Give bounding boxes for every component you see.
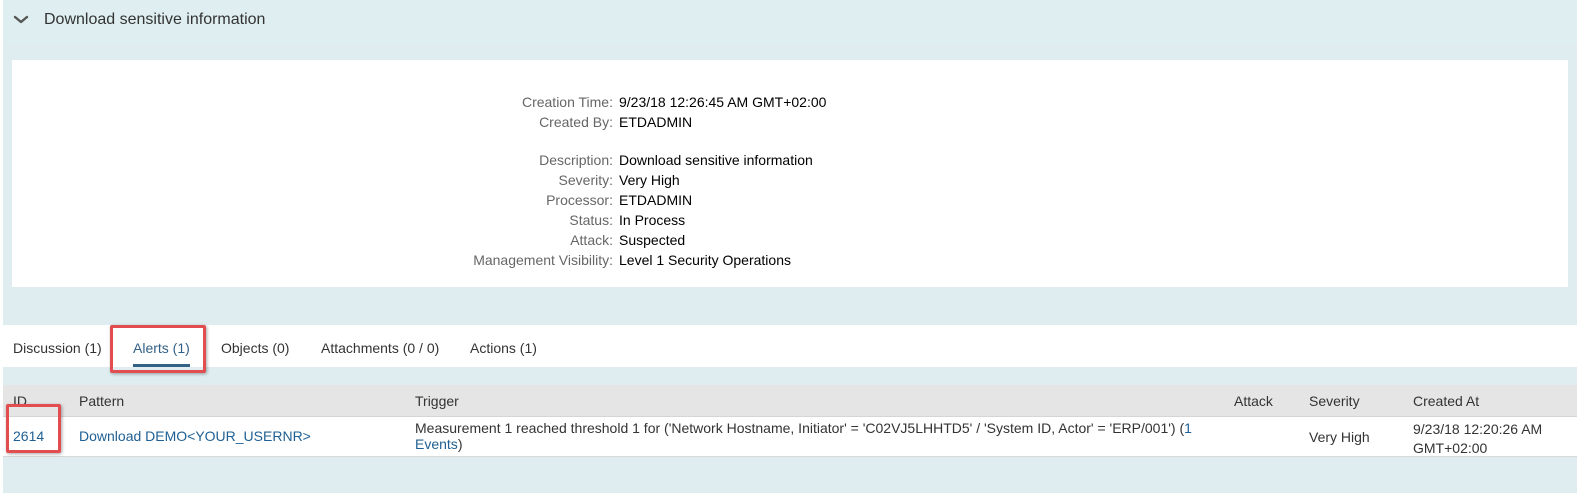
field-attack: Attack: Suspected: [12, 232, 1568, 252]
field-description: Description: Download sensitive informat…: [12, 152, 1568, 172]
selected-tab-indicator: [133, 364, 190, 367]
alert-events-link[interactable]: Events: [415, 436, 458, 452]
alert-created-at-cell: 9/23/18 12:20:26 AM GMT+02:00: [1413, 420, 1542, 458]
tab-actions[interactable]: Actions (1): [470, 340, 537, 356]
column-header-pattern[interactable]: Pattern: [79, 393, 124, 409]
tab-alerts[interactable]: Alerts (1): [133, 340, 190, 356]
processor-value: ETDADMIN: [619, 192, 693, 208]
column-header-created-at[interactable]: Created At: [1413, 393, 1479, 409]
created-by-label: Created By:: [539, 114, 613, 130]
field-status: Status: In Process: [12, 212, 1568, 232]
tab-objects[interactable]: Objects (0): [221, 340, 289, 356]
description-value: Download sensitive information: [619, 152, 813, 168]
table-header: ID Pattern Trigger Attack Severity Creat…: [3, 385, 1577, 417]
tab-discussion[interactable]: Discussion (1): [13, 340, 102, 356]
tab-strip: Discussion (1) Alerts (1) Objects (0) At…: [3, 325, 1577, 367]
creation-time-label: Creation Time:: [521, 94, 613, 110]
incident-details-panel: Creation Time: 9/23/18 12:26:45 AM GMT+0…: [12, 60, 1568, 287]
incident-header[interactable]: Download sensitive information: [3, 0, 1577, 44]
alert-created-at-zone: GMT+02:00: [1413, 440, 1488, 456]
processor-label: Processor:: [546, 192, 613, 208]
incident-page: Download sensitive information Creation …: [3, 0, 1577, 493]
column-header-severity[interactable]: Severity: [1309, 393, 1360, 409]
alert-created-at-date: 9/23/18 12:20:26 AM: [1413, 421, 1543, 437]
incident-title: Download sensitive information: [44, 11, 266, 28]
alert-pattern-link[interactable]: Download DEMO<YOUR_USERNR>: [79, 428, 311, 444]
tab-attachments[interactable]: Attachments (0 / 0): [321, 340, 439, 356]
bottom-strip: [3, 474, 1577, 493]
chevron-down-icon[interactable]: [13, 12, 29, 28]
field-created-by: Created By: ETDADMIN: [12, 114, 1568, 134]
severity-value: Very High: [619, 172, 680, 188]
description-label: Description:: [539, 152, 613, 168]
attack-value: Suspected: [619, 232, 686, 248]
management-visibility-label: Management Visibility:: [473, 252, 613, 268]
alert-trigger-cell: Measurement 1 reached threshold 1 for ('…: [415, 420, 1215, 452]
status-label: Status:: [569, 212, 613, 228]
table-row[interactable]: 2614 Download DEMO<YOUR_USERNR> Measurem…: [3, 417, 1577, 457]
created-by-value: ETDADMIN: [619, 114, 693, 130]
management-visibility-value: Level 1 Security Operations: [619, 252, 791, 268]
column-header-id[interactable]: ID: [13, 393, 27, 409]
severity-label: Severity:: [558, 172, 613, 188]
creation-time-value: 9/23/18 12:26:45 AM GMT+02:00: [619, 94, 827, 110]
field-processor: Processor: ETDADMIN: [12, 192, 1568, 212]
alert-trigger-close: ): [457, 436, 463, 452]
attack-label: Attack:: [570, 232, 613, 248]
alert-events-count-link[interactable]: 1: [1184, 420, 1192, 436]
column-header-trigger[interactable]: Trigger: [415, 393, 459, 409]
alert-severity-cell: Very High: [1309, 429, 1370, 445]
alert-trigger-text: Measurement 1 reached threshold 1 for ('…: [415, 420, 1185, 436]
field-severity: Severity: Very High: [12, 172, 1568, 192]
alert-id-link[interactable]: 2614: [13, 428, 44, 444]
column-header-attack[interactable]: Attack: [1234, 393, 1273, 409]
status-value: In Process: [619, 212, 686, 228]
field-management-visibility: Management Visibility: Level 1 Security …: [12, 252, 1568, 272]
alerts-table: ID Pattern Trigger Attack Severity Creat…: [3, 385, 1577, 457]
field-creation-time: Creation Time: 9/23/18 12:26:45 AM GMT+0…: [12, 94, 1568, 114]
